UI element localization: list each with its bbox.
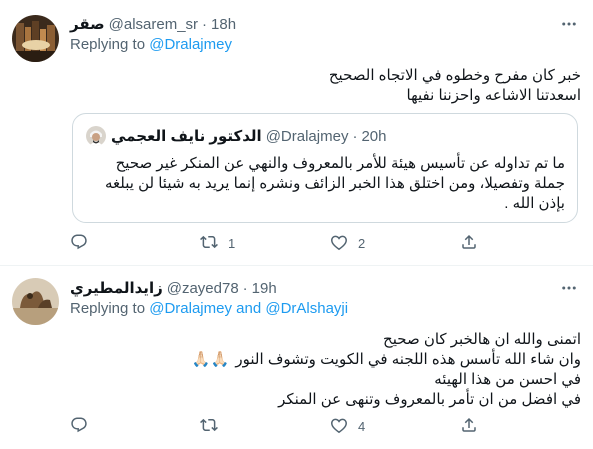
like-button[interactable]: 2 <box>330 233 460 254</box>
like-count: 2 <box>358 235 366 251</box>
quoted-text-line: بإذن الله . <box>504 195 565 212</box>
reply-button[interactable] <box>70 233 200 254</box>
retweet-icon <box>200 416 218 437</box>
tweet-text: اتمنى والله ان هالخبر كان صحيح وان شاء ا… <box>70 330 581 410</box>
tweet-text-line: في احسن من هذا الهيئه <box>434 371 581 388</box>
tweet-text: خبر كان مفرح وخطوه في الاتجاه الصحيح اسع… <box>70 66 581 106</box>
quoted-text-line: جملة وتفصيلا، ومن اختلق هذا الخبر الزائف… <box>104 175 565 192</box>
user-handle[interactable]: @alsarem_sr <box>109 16 198 33</box>
replying-label: Replying to <box>70 300 146 317</box>
mention-link[interactable]: @DrAlshayji <box>265 300 348 317</box>
user-handle[interactable]: @zayed78 <box>167 280 239 297</box>
share-button[interactable] <box>460 233 478 254</box>
mention-link[interactable]: @Dralajmey <box>149 36 232 53</box>
tweet-header: زايدالمطيري @zayed78 · 19h <box>70 278 581 298</box>
display-name: الدكتور نايف العجمي <box>111 128 262 145</box>
heart-icon <box>330 416 348 437</box>
praying-hands-emoji: 🙏🏻🙏🏻 <box>191 351 230 368</box>
tweet-text-segment: وان شاء الله تأسس هذه اللجنه في الكويت و… <box>235 351 581 368</box>
avatar <box>86 126 106 146</box>
tweet-reply-zayed[interactable]: زايدالمطيري @zayed78 · 19h Replying to @… <box>0 267 593 449</box>
tweet-text-line: وان شاء الله تأسس هذه اللجنه في الكويت و… <box>70 350 581 370</box>
reply-button[interactable] <box>70 416 200 437</box>
tweet-text-line: في افضل من ان تأمر بالمعروف وتنهى عن الم… <box>278 391 581 408</box>
timestamp[interactable]: 19h <box>252 280 277 297</box>
quoted-tweet[interactable]: الدكتور نايف العجمي @Dralajmey · 20h ما … <box>72 113 578 223</box>
display-name[interactable]: زايدالمطيري <box>70 279 163 297</box>
separator-dot: · <box>202 15 208 33</box>
replying-and[interactable]: and <box>236 300 261 317</box>
timestamp[interactable]: 18h <box>211 16 236 33</box>
reply-icon <box>70 233 88 254</box>
quoted-text-line: ما تم تداوله عن تأسيس هيئة للأمر بالمعرو… <box>115 155 565 172</box>
more-options-icon[interactable] <box>557 12 581 36</box>
quoted-tweet-header: الدكتور نايف العجمي @Dralajmey · 20h <box>86 126 386 146</box>
tweet-text-line: اسعدتنا الاشاعه واحزننا نفيها <box>406 87 581 104</box>
quoted-tweet-text: ما تم تداوله عن تأسيس هيئة للأمر بالمعرو… <box>85 154 565 214</box>
avatar[interactable] <box>12 278 59 325</box>
tweet-reply-alsarem[interactable]: صقر @alsarem_sr · 18h Replying to @Drala… <box>0 0 593 266</box>
separator-dot: · <box>242 279 248 297</box>
retweet-button[interactable]: 1 <box>200 233 330 254</box>
share-icon <box>460 416 478 437</box>
tweet-text-line: اتمنى والله ان هالخبر كان صحيح <box>383 331 581 348</box>
separator-dot: · <box>352 127 358 145</box>
reply-icon <box>70 416 88 437</box>
replying-label: Replying to <box>70 36 146 53</box>
tweet-header: صقر @alsarem_sr · 18h <box>70 14 581 34</box>
display-name[interactable]: صقر <box>70 15 105 33</box>
replying-to: Replying to @Dralajmey <box>70 36 581 56</box>
replying-to: Replying to @Dralajmey and @DrAlshayji <box>70 300 581 320</box>
tweet-actions: 4 <box>70 415 510 437</box>
like-button[interactable]: 4 <box>330 416 460 437</box>
tweet-text-line: خبر كان مفرح وخطوه في الاتجاه الصحيح <box>328 67 581 84</box>
mention-link[interactable]: @Dralajmey <box>149 300 232 317</box>
like-count: 4 <box>358 418 366 434</box>
tweet-actions: 1 2 <box>70 232 510 254</box>
heart-icon <box>330 233 348 254</box>
more-options-icon[interactable] <box>557 276 581 300</box>
avatar[interactable] <box>12 15 59 62</box>
share-icon <box>460 233 478 254</box>
retweet-button[interactable] <box>200 416 330 437</box>
retweet-icon <box>200 233 218 254</box>
retweet-count: 1 <box>228 235 236 251</box>
user-handle: @Dralajmey <box>265 127 349 145</box>
share-button[interactable] <box>460 416 478 437</box>
timestamp: 20h <box>361 127 387 145</box>
